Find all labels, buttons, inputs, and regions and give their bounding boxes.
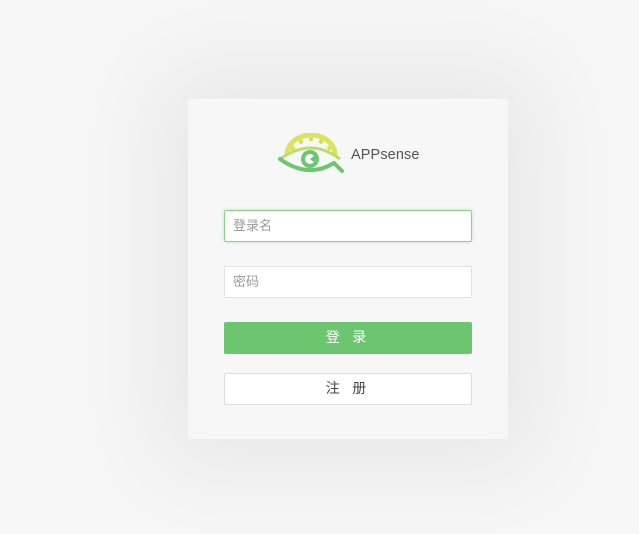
login-card: APPsense 登 录 注 册: [188, 99, 508, 439]
login-button[interactable]: 登 录: [224, 322, 472, 354]
brand-name: APPsense: [351, 147, 420, 163]
eye-gear-logo-icon: [278, 133, 344, 173]
password-input[interactable]: [224, 266, 472, 298]
brand: APPsense: [278, 133, 420, 177]
login-page: APPsense 登 录 注 册: [0, 0, 639, 534]
username-input[interactable]: [224, 210, 472, 242]
register-button[interactable]: 注 册: [224, 373, 472, 405]
